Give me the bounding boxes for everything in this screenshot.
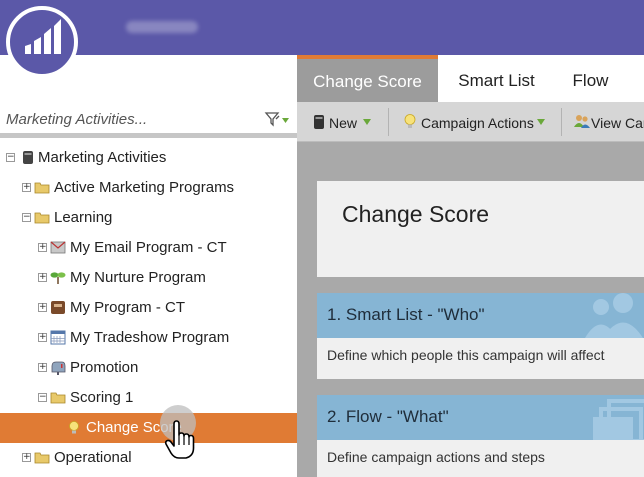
- tree-item-label: Marketing Activities: [38, 149, 167, 166]
- tree-item-scoring-1[interactable]: − Scoring 1: [0, 383, 297, 413]
- tab-change-score[interactable]: Change Score: [297, 55, 438, 102]
- marketing-activities-tree: − Marketing Activities + Active Marketin…: [0, 143, 297, 477]
- program-icon: [50, 300, 66, 315]
- new-button[interactable]: New: [297, 102, 377, 142]
- new-button-label: New: [329, 115, 358, 131]
- tab-flow[interactable]: Flow: [555, 55, 626, 102]
- toolbar: New Campaign Actions View Can: [297, 102, 644, 142]
- expand-toggle[interactable]: +: [38, 363, 47, 372]
- view-button-label: View Can: [591, 115, 644, 131]
- email-program-icon: [50, 240, 66, 255]
- dropdown-arrow-icon: [363, 119, 371, 125]
- collapse-toggle[interactable]: −: [38, 393, 47, 402]
- tree-item-label: Scoring 1: [70, 389, 134, 406]
- tree-item-label: My Tradeshow Program: [70, 329, 230, 346]
- toolbar-divider: [388, 108, 389, 136]
- tree-item-learning[interactable]: − Learning: [0, 203, 297, 233]
- step-description: Define which people this campaign will a…: [327, 347, 605, 363]
- campaign-canvas: Change Score 1. Smart List - "Who" Defin…: [297, 142, 644, 477]
- tree-item-my-nurture-program[interactable]: + My Nurture Program: [0, 263, 297, 293]
- expand-toggle[interactable]: +: [38, 273, 47, 282]
- lightbulb-icon: [66, 420, 82, 435]
- tree-item-label: Operational: [54, 449, 132, 466]
- database-icon: [314, 115, 324, 129]
- flow-step-card[interactable]: 2. Flow - "What" Define campaign actions…: [317, 395, 644, 477]
- tree-item-marketing-activities[interactable]: − Marketing Activities: [0, 143, 297, 173]
- smart-list-step-card[interactable]: 1. Smart List - "Who" Define which peopl…: [317, 293, 644, 379]
- nurture-program-icon: [50, 270, 66, 285]
- expand-toggle[interactable]: +: [22, 183, 31, 192]
- expand-toggle[interactable]: +: [22, 453, 31, 462]
- expand-toggle[interactable]: +: [38, 333, 47, 342]
- stacked-squares-icon: [593, 399, 644, 440]
- collapse-toggle[interactable]: −: [6, 153, 15, 162]
- marketo-logo[interactable]: [6, 6, 78, 78]
- people-icon: [574, 115, 590, 128]
- view-button[interactable]: View Can: [569, 102, 644, 142]
- dropdown-arrow-icon: [537, 119, 545, 125]
- tab-smart-list[interactable]: Smart List: [438, 55, 555, 102]
- tree-item-label: Active Marketing Programs: [54, 179, 235, 196]
- smart-list-step-header: 1. Smart List - "Who": [317, 293, 644, 338]
- database-icon: [20, 150, 36, 165]
- flow-step-header: 2. Flow - "What": [317, 395, 644, 440]
- sidebar-search-row: [0, 103, 297, 138]
- tree-item-my-tradeshow-program[interactable]: + My Tradeshow Program: [0, 323, 297, 353]
- tree-item-operational[interactable]: + Operational: [0, 443, 297, 473]
- tree-item-label: My Email Program - CT: [70, 239, 227, 256]
- campaign-actions-label: Campaign Actions: [421, 115, 534, 131]
- top-header-bar: [0, 0, 644, 55]
- tab-bar: Change Score Smart List Flow: [297, 55, 644, 102]
- folder-icon: [50, 390, 66, 405]
- tree-item-my-email-program[interactable]: + My Email Program - CT: [0, 233, 297, 263]
- tree-item-active-marketing-programs[interactable]: + Active Marketing Programs: [0, 173, 297, 203]
- tree-item-label: My Nurture Program: [70, 269, 206, 286]
- step-title: 1. Smart List - "Who": [327, 305, 485, 324]
- folder-icon: [34, 180, 50, 195]
- folder-icon: [34, 450, 50, 465]
- step-description: Define campaign actions and steps: [327, 449, 545, 465]
- step-title: 2. Flow - "What": [327, 407, 449, 426]
- tree-item-label: Promotion: [70, 359, 139, 376]
- page-title: Change Score: [342, 201, 490, 227]
- people-icon: [585, 293, 643, 338]
- expand-toggle[interactable]: +: [38, 303, 47, 312]
- tree-item-promotion[interactable]: + Promotion: [0, 353, 297, 383]
- logo-bars-icon: [25, 19, 61, 54]
- filter-button[interactable]: [263, 110, 291, 130]
- campaign-actions-button[interactable]: Campaign Actions: [397, 102, 557, 142]
- tree-item-label: My Program - CT: [70, 299, 186, 316]
- toolbar-divider: [561, 108, 562, 136]
- tree-item-label: Learning: [54, 209, 113, 226]
- tree-item-change-score[interactable]: Change Score: [0, 413, 297, 443]
- campaign-title-card: Change Score: [317, 181, 644, 277]
- account-name-blurred: [126, 21, 198, 33]
- folder-icon: [34, 210, 50, 225]
- lightbulb-icon: [404, 114, 416, 128]
- search-input[interactable]: [6, 107, 246, 131]
- calendar-icon: [50, 330, 66, 345]
- expand-toggle[interactable]: +: [38, 243, 47, 252]
- collapse-toggle[interactable]: −: [22, 213, 31, 222]
- hand-pointer-cursor-icon: [164, 420, 195, 459]
- mailbox-icon: [50, 360, 66, 375]
- tree-item-my-program[interactable]: + My Program - CT: [0, 293, 297, 323]
- filter-funnel-icon: [264, 112, 289, 127]
